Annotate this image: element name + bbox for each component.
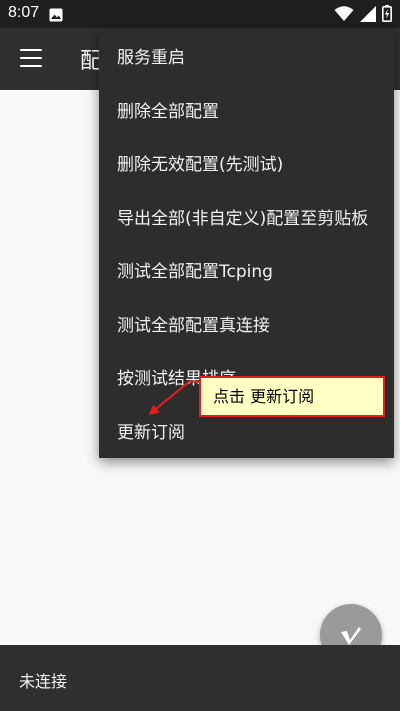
menu-item-delete-all-configs[interactable]: 删除全部配置 bbox=[99, 86, 394, 140]
image-icon bbox=[49, 7, 63, 26]
status-time: 8:07 bbox=[8, 4, 40, 21]
annotation-callout: 点击 更新订阅 bbox=[199, 376, 385, 417]
bottom-status-bar: 未连接 bbox=[0, 645, 400, 711]
connection-status: 未连接 bbox=[19, 672, 68, 691]
menu-item-delete-invalid-configs[interactable]: 删除无效配置(先测试) bbox=[99, 139, 394, 193]
wifi-icon bbox=[334, 5, 354, 26]
status-icons bbox=[334, 5, 392, 26]
menu-item-test-tcping[interactable]: 测试全部配置Tcping bbox=[99, 246, 394, 300]
menu-item-test-real-connection[interactable]: 测试全部配置真连接 bbox=[99, 300, 394, 354]
menu-item-export-all-configs[interactable]: 导出全部(非自定义)配置至剪贴板 bbox=[99, 193, 394, 247]
status-bar: 8:07 bbox=[0, 0, 400, 28]
hamburger-menu-icon[interactable] bbox=[20, 49, 42, 67]
signal-icon bbox=[360, 5, 376, 26]
page-title: 配置文件 bbox=[80, 49, 100, 74]
battery-icon bbox=[382, 5, 392, 26]
menu-item-restart-service[interactable]: 服务重启 bbox=[99, 32, 394, 86]
